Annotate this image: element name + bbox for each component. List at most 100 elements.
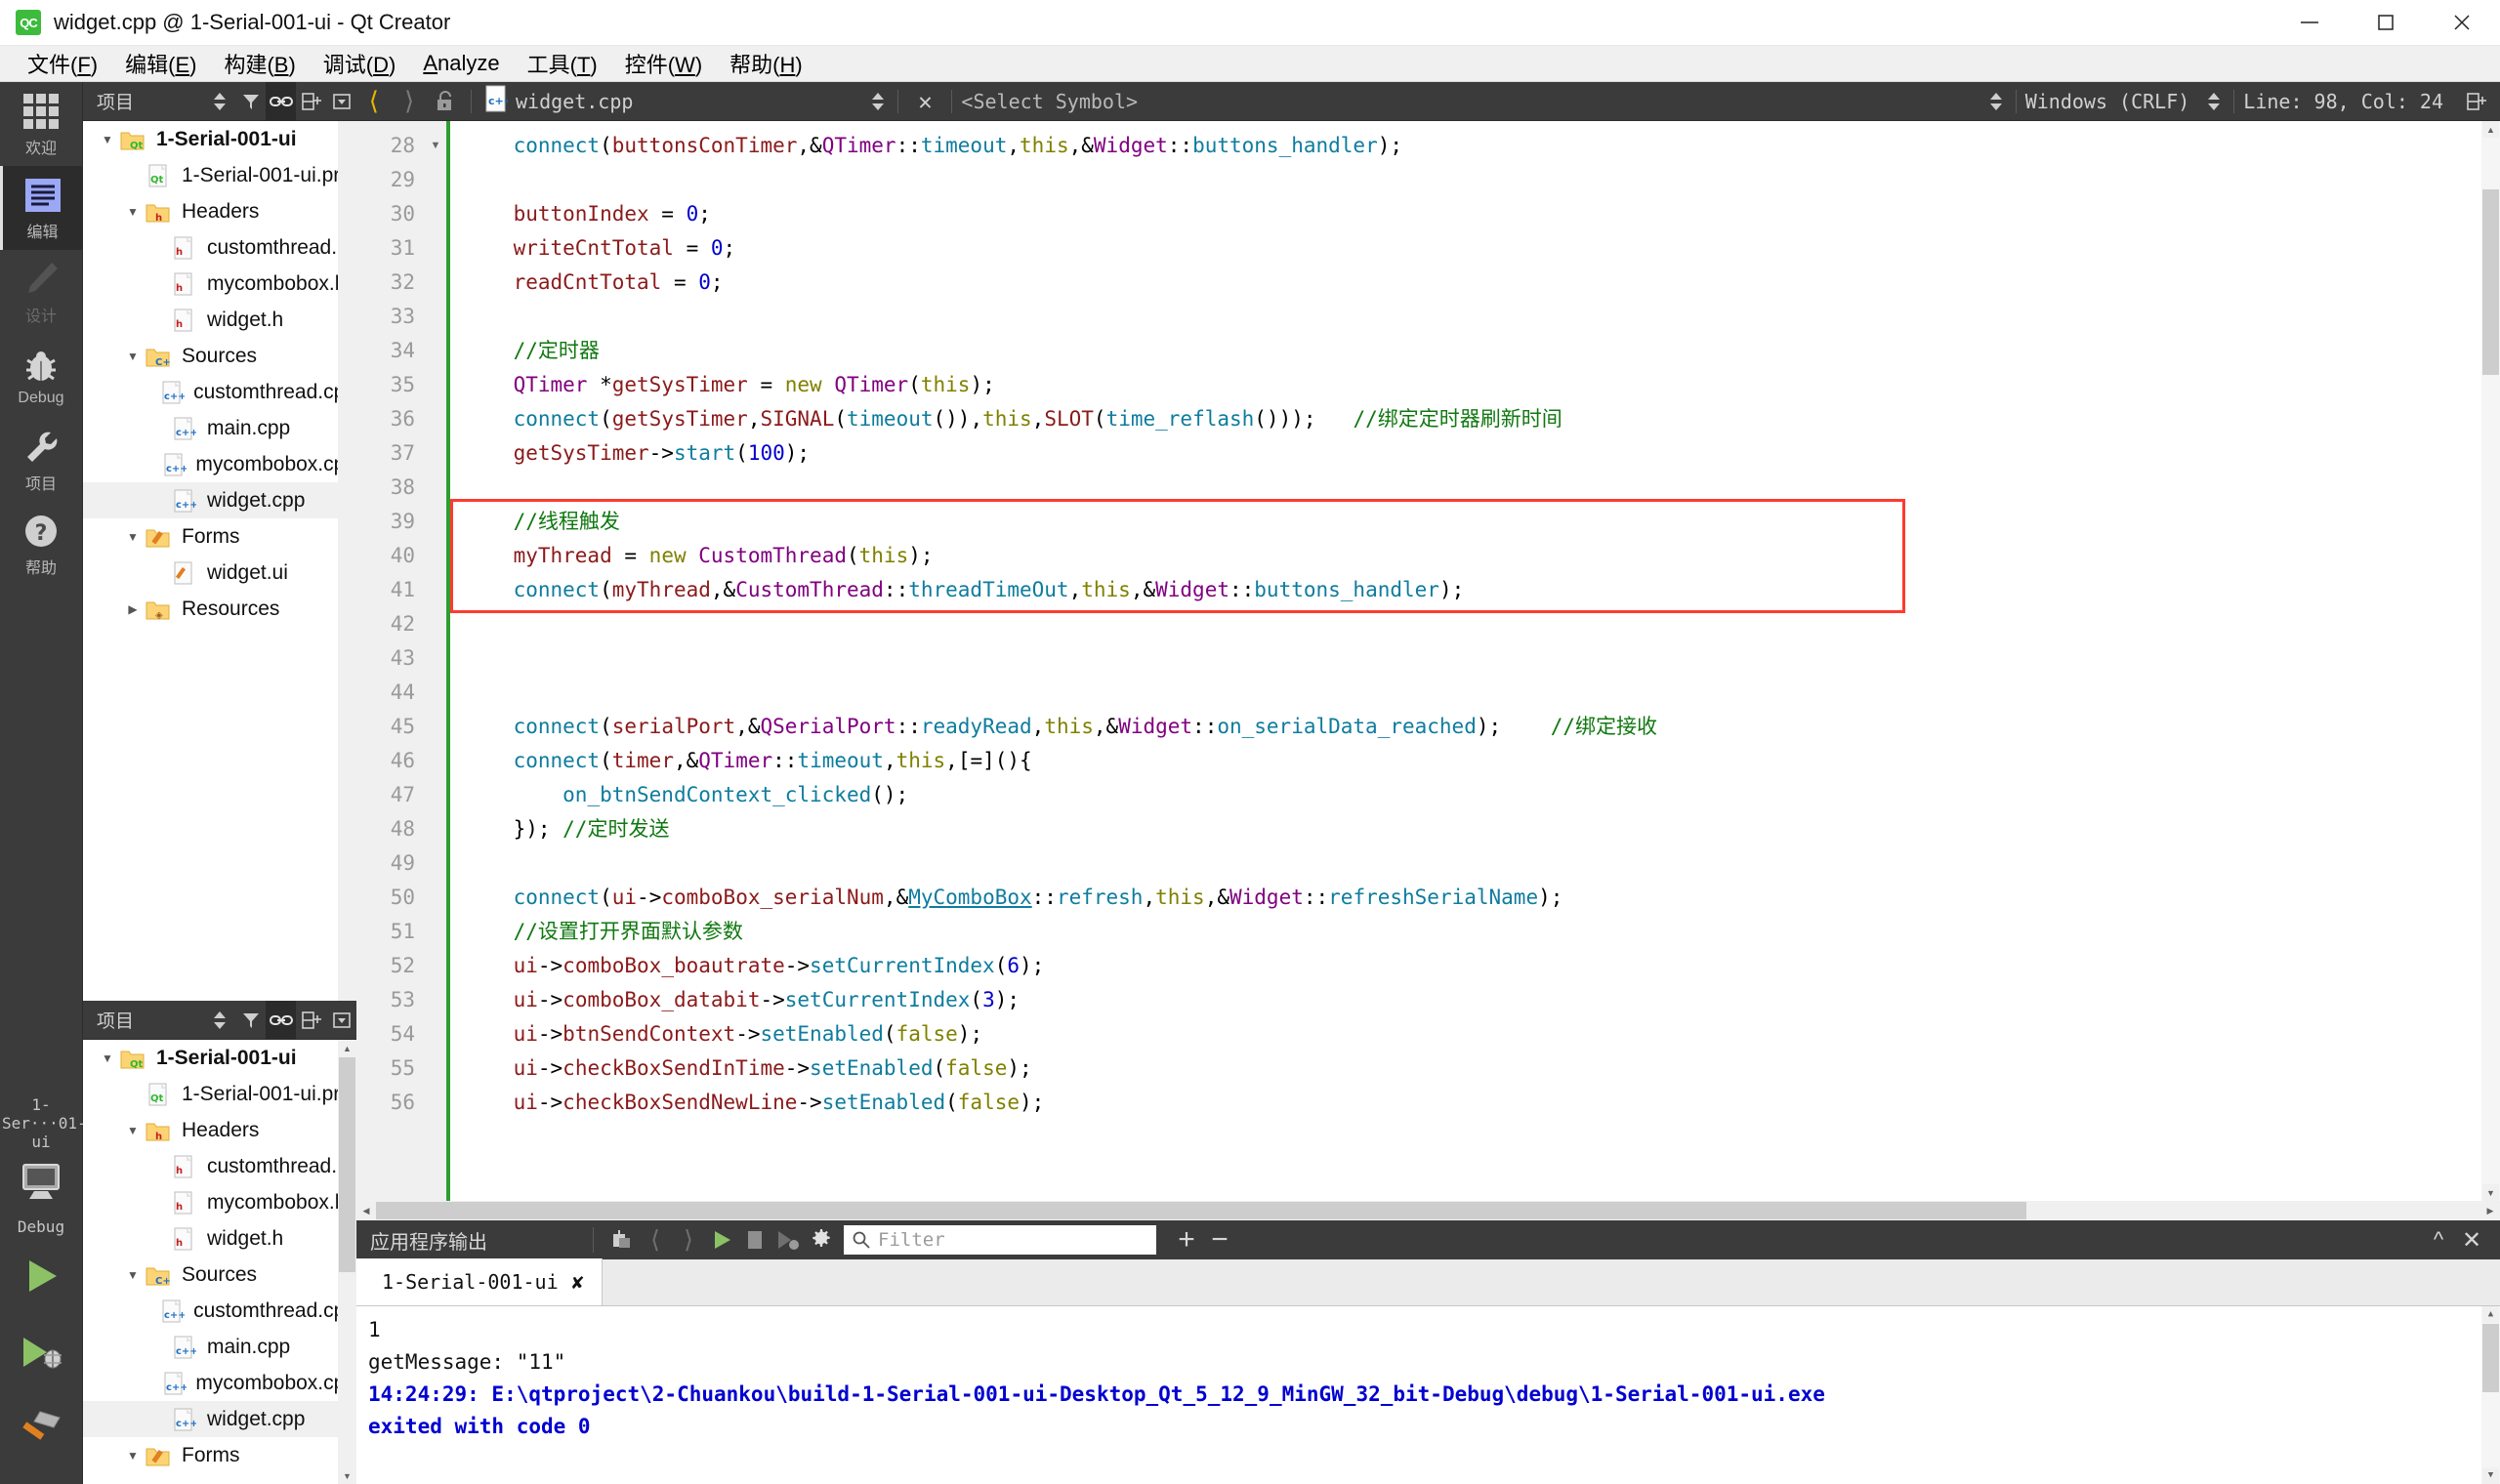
link-with-editor-icon-2[interactable] <box>266 1000 296 1040</box>
output-scroll-up-arrow[interactable]: ▲ <box>2482 1306 2499 1323</box>
menu-item-6[interactable]: 工具(T) <box>514 46 611 81</box>
open-documents-item[interactable]: ▼ Forms <box>83 1437 356 1473</box>
next-item-icon[interactable]: ⟩ <box>672 1220 705 1259</box>
output-tab-close-icon[interactable]: ✘ <box>572 1270 584 1294</box>
attach-debugger-icon[interactable] <box>771 1220 805 1259</box>
mode-项目[interactable]: 项目 <box>0 418 82 502</box>
open-documents-item[interactable]: c++ mycombobox.cpp <box>83 1365 356 1401</box>
output-text[interactable]: ▲ ▼ 1 getMessage: "11" 14:24:29: E:\qtproj… <box>356 1306 2500 1484</box>
code-editor[interactable]: 28 29 30 31 32 33 34 35 36 37 38 39 40 41 42 43 44 45 46 47… <box>356 121 2500 1201</box>
open-documents-item[interactable]: c++ widget.cpp <box>83 1401 356 1437</box>
open-documents-item[interactable]: h widget.h <box>83 1220 356 1257</box>
project-tree-item[interactable]: h mycombobox.h <box>83 266 356 302</box>
build-button[interactable] <box>0 1390 82 1466</box>
project-tree-item[interactable]: c++ mycombobox.cpp <box>83 446 356 482</box>
open-documents-scrollbar[interactable]: ▲ ▼ <box>338 1040 356 1484</box>
project-tree-item[interactable]: Qt 1-Serial-001-ui.pro <box>83 157 356 193</box>
current-document-selector[interactable]: c++ widget.cpp <box>480 85 633 117</box>
hscroll-left-arrow[interactable]: ◀ <box>356 1201 376 1220</box>
menu-item-8[interactable]: 帮助(H) <box>716 46 816 81</box>
output-scroll-down-arrow[interactable]: ▼ <box>2482 1467 2499 1484</box>
project-tree-item[interactable]: c++ widget.cpp <box>83 482 356 518</box>
menu-item-5[interactable]: Analyze <box>409 49 513 78</box>
open-documents-item[interactable]: c++ main.cpp <box>83 1329 356 1365</box>
project-tree-item[interactable]: h customthread.h <box>83 229 356 266</box>
lock-icon[interactable] <box>427 82 462 121</box>
chevron-down-icon[interactable]: ▼ <box>122 205 144 219</box>
back-button[interactable]: ⟨ <box>356 82 392 121</box>
close-document-button[interactable]: ✕ <box>907 82 942 121</box>
project-tree-item[interactable]: widget.ui <box>83 555 356 591</box>
project-tree-scrollbar[interactable] <box>338 121 356 1001</box>
chevron-down-icon[interactable]: ▼ <box>122 1268 144 1282</box>
source-code[interactable]: connect(buttonsConTimer,&QTimer::timeout… <box>446 129 2500 1120</box>
open-documents-item[interactable]: c++ customthread.cpp <box>83 1293 356 1329</box>
open-documents-item[interactable]: ▼ h Headers <box>83 1112 356 1148</box>
output-scroll-thumb[interactable] <box>2482 1324 2499 1392</box>
symbol-link[interactable]: MyComboBox <box>908 886 1031 909</box>
filter-icon-2[interactable] <box>235 1001 266 1040</box>
increase-font-button[interactable]: + <box>1170 1220 1203 1259</box>
editor-scroll-down-arrow[interactable]: ▼ <box>2482 1184 2499 1201</box>
menu-item-4[interactable]: 调试(D) <box>310 46 410 81</box>
editor-scroll-thumb[interactable] <box>2482 189 2499 375</box>
project-tree-item[interactable]: ▼ Forms <box>83 518 356 555</box>
minimize-button[interactable] <box>2271 0 2348 46</box>
project-tree-item[interactable]: ▼ C++ Sources <box>83 338 356 374</box>
copy-output-icon[interactable] <box>605 1220 639 1259</box>
project-tree-item[interactable]: ▼ h Headers <box>83 193 356 229</box>
filter-icon[interactable] <box>235 82 266 121</box>
project-tree-item[interactable]: c++ customthread.cpp <box>83 374 356 410</box>
split-icon[interactable] <box>296 82 326 121</box>
symbol-selector[interactable]: <Select Symbol> <box>961 90 1138 113</box>
prev-item-icon[interactable]: ⟨ <box>639 1220 672 1259</box>
run-button[interactable] <box>0 1238 82 1314</box>
open-documents-item[interactable]: ▼ C++ Sources <box>83 1257 356 1293</box>
close-button[interactable] <box>2424 0 2500 46</box>
forward-button[interactable]: ⟩ <box>392 82 427 121</box>
mode-欢迎[interactable]: 欢迎 <box>0 82 82 166</box>
fold-marker-icon[interactable]: ▼ <box>425 129 446 163</box>
chevron-down-icon[interactable]: ▼ <box>122 1449 144 1463</box>
filter-input[interactable]: Filter <box>844 1225 1156 1255</box>
hscroll-right-arrow[interactable]: ▶ <box>2480 1201 2500 1220</box>
menu-item-3[interactable]: 构建(B) <box>210 46 309 81</box>
mode-Debug[interactable]: Debug <box>0 334 82 418</box>
chevron-right-icon[interactable]: ▶ <box>122 602 144 616</box>
project-tree-item[interactable]: ▼ Qt 1-Serial-001-ui <box>83 121 356 157</box>
sync-selection-icon[interactable] <box>205 82 235 121</box>
symbol-dropdown-arrows[interactable] <box>1985 91 2007 112</box>
scroll-down-arrow[interactable]: ▼ <box>339 1467 355 1484</box>
mode-帮助[interactable]: ? 帮助 <box>0 502 82 586</box>
decrease-font-button[interactable]: − <box>1203 1220 1236 1259</box>
split-editor-button[interactable] <box>2459 82 2494 121</box>
open-documents-item[interactable]: h mycombobox.h <box>83 1184 356 1220</box>
editor-horizontal-scrollbar[interactable]: ◀ ▶ <box>356 1201 2500 1220</box>
run-icon[interactable] <box>705 1220 738 1259</box>
line-ending-selector[interactable]: Windows (CRLF) <box>2025 90 2190 113</box>
stop-icon[interactable] <box>738 1220 771 1259</box>
code-area[interactable]: connect(buttonsConTimer,&QTimer::timeout… <box>446 121 2500 1201</box>
scroll-thumb[interactable] <box>339 1057 355 1272</box>
sync-selection-icon-2[interactable] <box>205 1001 235 1040</box>
project-tree[interactable]: ▼ Qt 1-Serial-001-ui Qt 1-Serial-001-ui.pro ▼… <box>83 121 356 1001</box>
kit-name[interactable]: 1-Ser···01-ui <box>0 1090 87 1153</box>
maximize-output-button[interactable]: ^ <box>2422 1220 2455 1259</box>
settings-gear-icon[interactable] <box>805 1220 838 1259</box>
close-dock-icon[interactable] <box>326 82 356 121</box>
scroll-up-arrow[interactable]: ▲ <box>339 1040 355 1056</box>
project-tree-item[interactable]: h widget.h <box>83 302 356 338</box>
close-output-button[interactable]: ✕ <box>2455 1220 2488 1259</box>
open-documents-item[interactable]: Qt 1-Serial-001-ui.pro <box>83 1076 356 1112</box>
open-documents-item[interactable]: h customthread.h <box>83 1148 356 1184</box>
chevron-down-icon[interactable]: ▼ <box>122 530 144 544</box>
chevron-down-icon[interactable]: ▼ <box>122 1124 144 1137</box>
open-documents-item[interactable]: ▼ Qt 1-Serial-001-ui <box>83 1040 356 1076</box>
close-dock-icon-2[interactable] <box>326 1001 356 1040</box>
menu-item-7[interactable]: 控件(W) <box>611 46 716 81</box>
mode-编辑[interactable]: 编辑 <box>0 166 82 250</box>
output-vertical-scrollbar[interactable]: ▲ ▼ <box>2481 1306 2500 1484</box>
project-tree-item[interactable]: c++ main.cpp <box>83 410 356 446</box>
split-icon-2[interactable] <box>296 1001 326 1040</box>
project-tree-item[interactable]: ▶ ◈ Resources <box>83 591 356 627</box>
